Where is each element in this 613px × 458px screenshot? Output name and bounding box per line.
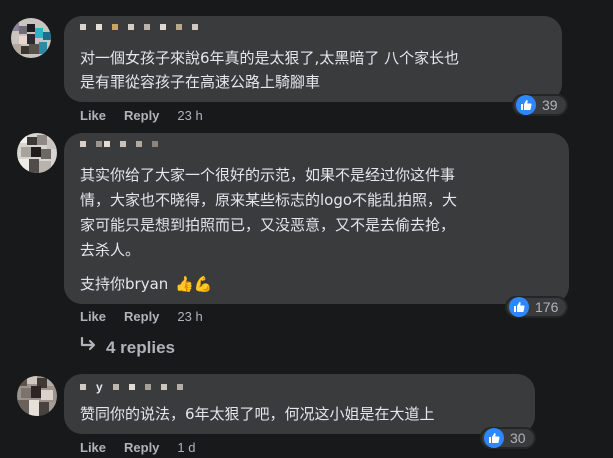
view-replies-link[interactable]: 4 replies — [80, 336, 175, 358]
avatar[interactable] — [11, 18, 51, 58]
reply-arrow-icon — [80, 336, 98, 358]
comment-actions: Like Reply 1 d — [80, 440, 196, 455]
timestamp[interactable]: 23 h — [177, 108, 202, 123]
comment-bubble: y 赞同你的说法，6年太狠了吧，何况这小姐是在大道上 — [64, 374, 535, 434]
commenter-name[interactable]: y — [80, 379, 183, 394]
like-button[interactable]: Like — [80, 108, 106, 123]
like-button[interactable]: Like — [80, 440, 106, 455]
replies-count-label[interactable]: 4 replies — [106, 338, 175, 358]
reaction-summary[interactable]: 176 — [505, 296, 569, 318]
avatar[interactable] — [17, 133, 57, 173]
reaction-summary[interactable]: 39 — [512, 94, 568, 116]
timestamp[interactable]: 23 h — [177, 309, 202, 324]
reaction-count: 39 — [542, 97, 558, 113]
comment-actions: Like Reply 23 h — [80, 108, 203, 123]
thumbs-up-flex-emoji: 👍💪 — [175, 275, 213, 293]
comment-text-line: 是有罪從容孩子在高速公路上騎腳車 — [80, 73, 321, 91]
reply-button[interactable]: Reply — [124, 309, 159, 324]
thumbs-up-icon — [484, 428, 504, 448]
comment-text-extra: 支持你bryan — [80, 275, 169, 293]
comment-actions: Like Reply 23 h — [80, 309, 203, 324]
avatar[interactable] — [17, 376, 57, 416]
commenter-name-fragment: y — [96, 379, 103, 394]
comment-text-line: 对一個女孩子來說6年真的是太狠了,太黑暗了 八个家长也 — [80, 49, 460, 67]
timestamp[interactable]: 1 d — [177, 440, 195, 455]
comment-text-line: 支持你bryan 👍💪 — [80, 272, 212, 296]
comment-text-line: 去杀人。 — [80, 241, 141, 259]
comment-bubble: 其实你给了大家一个很好的示范，如果不是经过你这件事 情，大家也不晓得，原来某些标… — [64, 133, 569, 304]
reaction-count: 176 — [535, 299, 559, 315]
comment-text-line: 赞同你的说法，6年太狠了吧，何况这小姐是在大道上 — [80, 405, 435, 423]
thumbs-up-icon — [509, 297, 529, 317]
comment-bubble: 对一個女孩子來說6年真的是太狠了,太黑暗了 八个家长也 是有罪從容孩子在高速公路… — [64, 16, 562, 102]
thumbs-up-icon — [516, 95, 536, 115]
reply-button[interactable]: Reply — [124, 108, 159, 123]
comment-text-line: 情，大家也不晓得，原来某些标志的logo不能乱拍照，大 — [80, 191, 458, 209]
like-button[interactable]: Like — [80, 309, 106, 324]
reaction-count: 30 — [510, 430, 526, 446]
reaction-summary[interactable]: 30 — [480, 427, 536, 449]
commenter-name[interactable] — [80, 24, 198, 33]
commenter-name[interactable] — [80, 141, 158, 150]
comment-text-line: 家可能只是想到拍照而已，又没恶意，又不是去偷去抢， — [80, 216, 456, 234]
reply-button[interactable]: Reply — [124, 440, 159, 455]
comment-thread: 对一個女孩子來說6年真的是太狠了,太黑暗了 八个家长也 是有罪從容孩子在高速公路… — [0, 0, 613, 458]
comment-text-line: 其实你给了大家一个很好的示范，如果不是经过你这件事 — [80, 166, 456, 184]
